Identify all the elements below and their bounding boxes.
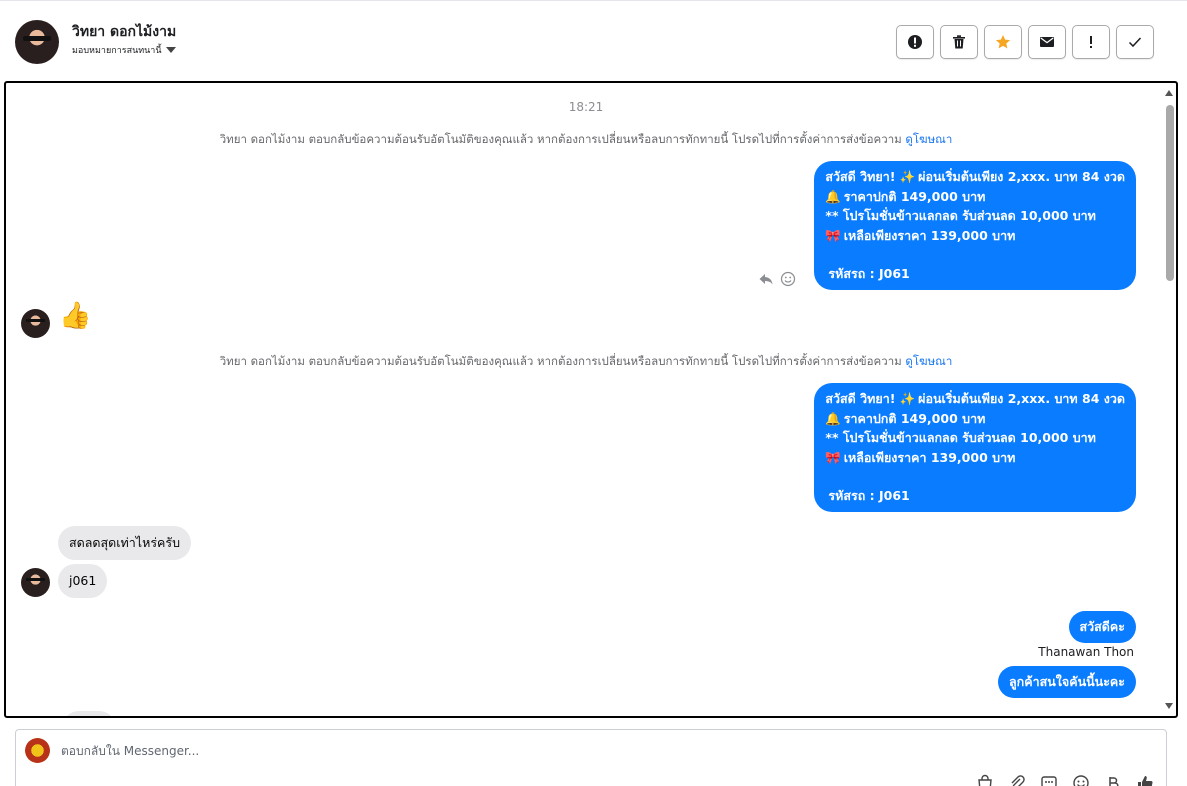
promo-line-1: สวัสดี วิทยา! ✨ ผ่อนเริ่มต้นเพียง 2,xxx.…: [825, 167, 1125, 187]
ribbon-icon: 🎀: [825, 227, 841, 243]
sender-avatar: [21, 309, 50, 338]
message-timestamp: 18:21: [568, 100, 604, 114]
promo-line-4: 🎀 เหลือเพียงราคา 139,000 บาท: [825, 226, 1125, 246]
conversation-actions: [896, 25, 1154, 59]
incoming-message[interactable]: สดลดสุดเท่าไหร่ครับ: [58, 526, 192, 560]
promo-car-code: รหัสรถ : J061: [828, 266, 910, 281]
reply-composer: [15, 729, 1167, 786]
sparkles-icon: ✨: [899, 391, 916, 406]
sender-name: Thanawan Thon: [1038, 645, 1134, 659]
view-ad-link[interactable]: ดูโฆษณา: [905, 132, 952, 146]
promo-line-3: ** โปรโมชั่นข้าวแลกลด รับส่วนลด 10,000 บ…: [825, 208, 1096, 223]
emoji-reaction-icon[interactable]: [780, 271, 796, 287]
outgoing-message[interactable]: ลูกค้าสนใจคันนี้นะคะ: [998, 666, 1136, 698]
promo-spacer: [825, 467, 1125, 486]
assign-conversation-dropdown[interactable]: มอบหมายการสนทนานี้: [72, 43, 176, 57]
auto-reply-notice: วิทยา ดอกไม้งาม ตอบกลับข้อความต้อนรับอัต…: [6, 131, 1166, 149]
scrollbar[interactable]: [1162, 83, 1176, 716]
promo-car-code: รหัสรถ : J061: [828, 488, 910, 503]
exclamation-icon: [1090, 36, 1092, 48]
bell-icon: 🔔: [825, 410, 841, 426]
baht-icon[interactable]: [1104, 774, 1122, 786]
alert-circle-icon: [908, 35, 922, 49]
ribbon-icon: 🎀: [825, 449, 841, 465]
sender-avatar: [21, 568, 50, 597]
sparkles-icon: ✨: [899, 169, 916, 184]
mark-unread-button[interactable]: [1028, 25, 1066, 59]
incoming-message[interactable]: j061: [58, 564, 108, 598]
reply-input[interactable]: [61, 742, 661, 760]
message-thread[interactable]: 18:21 วิทยา ดอกไม้งาม ตอบกลับข้อความต้อน…: [4, 81, 1178, 718]
promo-spacer: [825, 245, 1125, 264]
contact-name[interactable]: วิทยา ดอกไม้งาม: [72, 21, 176, 43]
thumbs-up-sticker[interactable]: 👍: [59, 301, 91, 331]
paperclip-icon[interactable]: [1008, 774, 1026, 786]
contact-avatar[interactable]: [15, 20, 59, 64]
like-icon[interactable]: [1136, 774, 1154, 786]
emoji-icon[interactable]: [1072, 774, 1090, 786]
view-ad-link[interactable]: ดูโฆษณา: [905, 354, 952, 368]
promo-line-4: 🎀 เหลือเพียงราคา 139,000 บาท: [825, 448, 1125, 468]
star-button[interactable]: [984, 25, 1022, 59]
promo-line-2: 🔔 ราคาปกติ 149,000 บาท: [825, 187, 1125, 207]
reply-arrow-icon[interactable]: [758, 271, 774, 287]
assign-label: มอบหมายการสนทนานี้: [72, 46, 162, 56]
inbox-conversation-page: วิทยา ดอกไม้งาม มอบหมายการสนทนานี้ 18:21…: [0, 0, 1187, 786]
star-icon: [995, 35, 1011, 49]
page-avatar: [25, 738, 50, 763]
follow-up-button[interactable]: [1072, 25, 1110, 59]
shop-bag-icon[interactable]: [976, 774, 994, 786]
outgoing-promo-message[interactable]: สวัสดี วิทยา! ✨ ผ่อนเริ่มต้นเพียง 2,xxx.…: [814, 161, 1136, 290]
auto-reply-notice-text: วิทยา ดอกไม้งาม ตอบกลับข้อความต้อนรับอัต…: [219, 132, 906, 146]
outgoing-message[interactable]: สวัสดีคะ: [1068, 611, 1136, 643]
scrollbar-thumb[interactable]: [1166, 105, 1174, 281]
scroll-down-arrow-icon[interactable]: [1165, 703, 1173, 709]
promo-line-3: ** โปรโมชั่นข้าวแลกลด รับส่วนลด 10,000 บ…: [825, 430, 1096, 445]
chat-template-icon[interactable]: [1040, 774, 1058, 786]
message-hover-actions: [758, 271, 796, 287]
promo-line-2: 🔔 ราคาปกติ 149,000 บาท: [825, 409, 1125, 429]
scroll-up-arrow-icon[interactable]: [1165, 90, 1173, 96]
chevron-down-icon: [165, 47, 176, 53]
promo-line-1: สวัสดี วิทยา! ✨ ผ่อนเริ่มต้นเพียง 2,xxx.…: [825, 389, 1125, 409]
composer-tools: [976, 774, 1154, 786]
envelope-icon: [1040, 37, 1054, 47]
delete-button[interactable]: [940, 25, 978, 59]
report-button[interactable]: [896, 25, 934, 59]
trash-icon: [953, 35, 965, 49]
auto-reply-notice: วิทยา ดอกไม้งาม ตอบกลับข้อความต้อนรับอัต…: [6, 353, 1166, 371]
mark-done-button[interactable]: [1116, 25, 1154, 59]
incoming-message-partial[interactable]: [62, 711, 116, 716]
bell-icon: 🔔: [825, 188, 841, 204]
outgoing-promo-message[interactable]: สวัสดี วิทยา! ✨ ผ่อนเริ่มต้นเพียง 2,xxx.…: [814, 383, 1136, 512]
conversation-header: วิทยา ดอกไม้งาม มอบหมายการสนทนานี้: [0, 0, 1187, 80]
auto-reply-notice-text: วิทยา ดอกไม้งาม ตอบกลับข้อความต้อนรับอัต…: [219, 354, 906, 368]
check-icon: [1128, 37, 1142, 48]
